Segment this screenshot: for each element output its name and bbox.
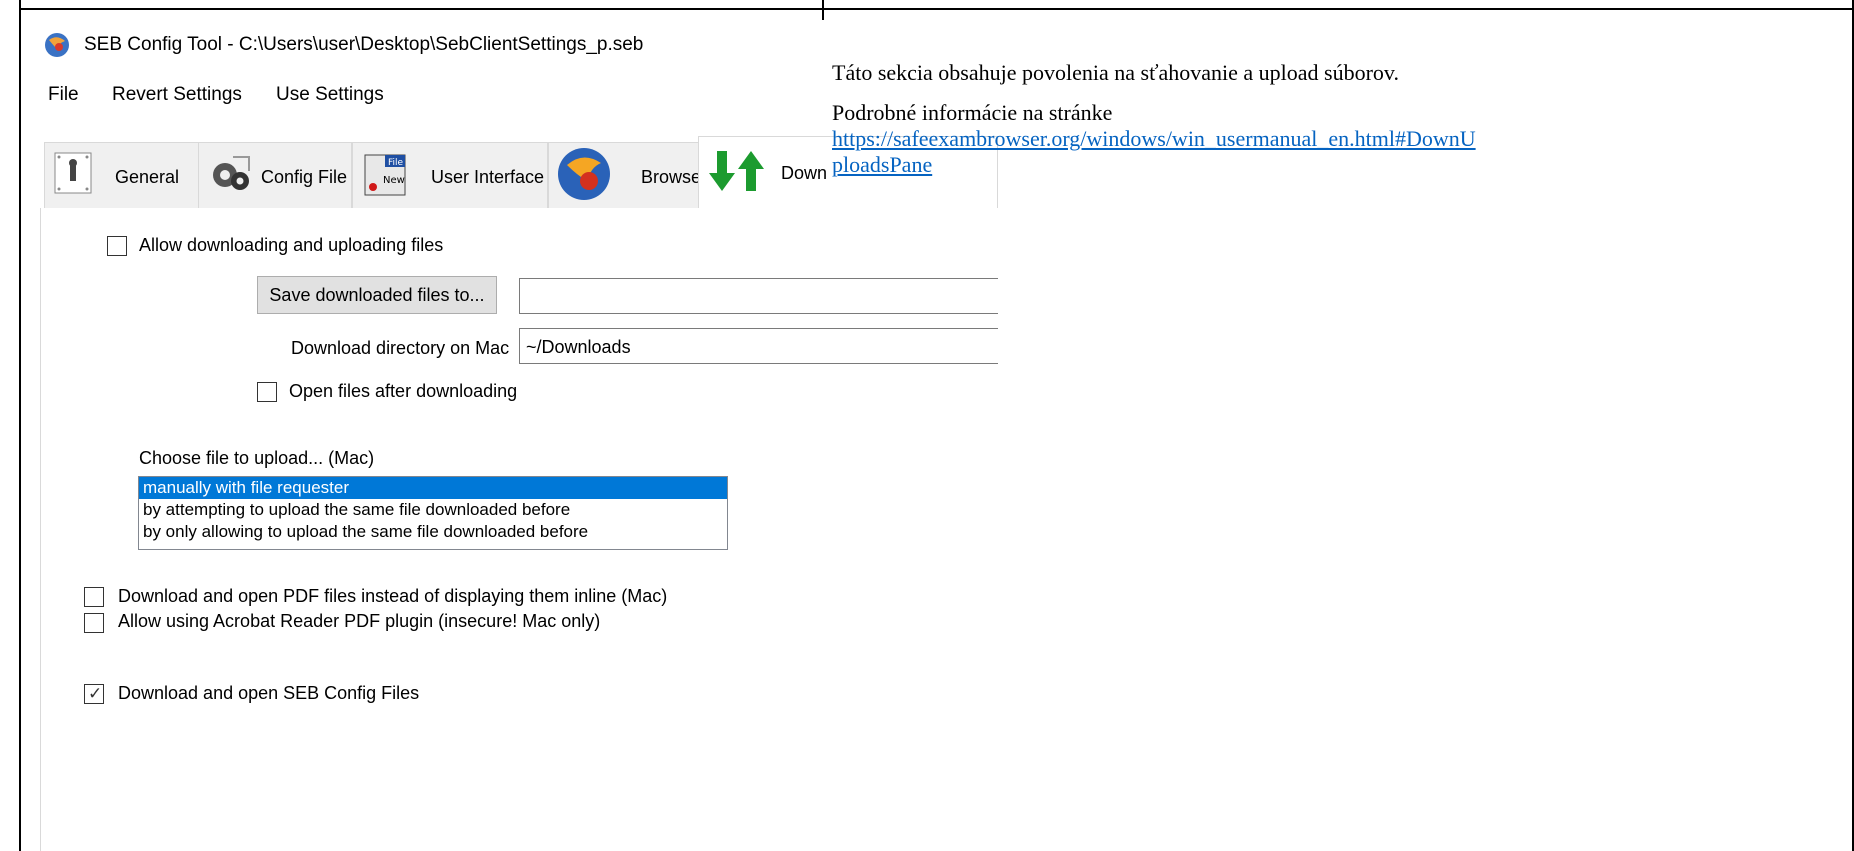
config-file-icon xyxy=(213,156,250,190)
tab-down-uploads-label: Down xyxy=(781,163,828,183)
allow-down-up-checkbox[interactable] xyxy=(107,236,127,256)
window-title: SEB Config Tool - C:\Users\user\Desktop\… xyxy=(84,34,644,55)
menu-file[interactable]: File xyxy=(48,84,79,106)
acrobat-plugin-checkbox[interactable] xyxy=(84,613,104,633)
general-icon xyxy=(54,152,92,194)
svg-text:File: File xyxy=(388,158,404,168)
allow-down-up-label: Allow downloading and uploading files xyxy=(139,235,444,255)
save-path-input[interactable] xyxy=(519,278,998,314)
upload-method-listbox[interactable]: manually with file requester by attempti… xyxy=(138,476,728,550)
seb-config-files-label: Download and open SEB Config Files xyxy=(118,683,420,703)
tab-user-interface[interactable]: File New User Interface xyxy=(352,142,548,208)
menu-revert-settings[interactable]: Revert Settings xyxy=(112,84,242,106)
tab-config-file-label: Config File xyxy=(261,167,348,187)
acrobat-plugin-label: Allow using Acrobat Reader PDF plugin (i… xyxy=(118,611,601,631)
down-up-arrows-icon xyxy=(709,151,764,191)
menu-use-settings[interactable]: Use Settings xyxy=(276,84,384,106)
tab-user-interface-label: User Interface xyxy=(431,167,545,187)
table-border-top xyxy=(19,8,1854,10)
tab-config-file[interactable]: Config File xyxy=(198,142,352,208)
checkmark-icon: ✓ xyxy=(88,684,103,703)
upload-option-only-same[interactable]: by only allowing to upload the same file… xyxy=(139,521,727,543)
upload-option-manual[interactable]: manually with file requester xyxy=(139,477,727,499)
manual-link-line2[interactable]: ploadsPane xyxy=(832,152,932,178)
pdf-download-label: Download and open PDF files instead of d… xyxy=(118,586,668,606)
browser-icon xyxy=(558,148,610,200)
tab-browser[interactable]: Browser xyxy=(548,142,707,208)
manual-link-line1[interactable]: https://safeexambrowser.org/windows/win_… xyxy=(832,126,1476,152)
table-border-left xyxy=(19,0,21,851)
pdf-download-checkbox[interactable] xyxy=(84,587,104,607)
details-paragraph: Podrobné informácie na stránke xyxy=(832,100,1113,125)
seb-app-icon xyxy=(45,33,69,57)
description-paragraph: Táto sekcia obsahuje povolenia na sťahov… xyxy=(832,60,1399,85)
open-after-download-label: Open files after downloading xyxy=(289,381,518,401)
svg-text:New: New xyxy=(383,175,405,186)
upload-option-attempt-same[interactable]: by attempting to upload the same file do… xyxy=(139,499,727,521)
open-after-download-checkbox[interactable] xyxy=(257,382,277,402)
mac-download-dir-label: Download directory on Mac xyxy=(291,338,510,358)
mac-download-dir-input[interactable]: ~/Downloads xyxy=(519,328,998,364)
save-downloaded-files-button[interactable]: Save downloaded files to... xyxy=(257,276,497,314)
seb-config-files-checkbox[interactable]: ✓ xyxy=(84,684,104,704)
choose-upload-label: Choose file to upload... (Mac) xyxy=(139,448,375,468)
user-interface-icon: File New xyxy=(364,154,406,196)
tab-general-label: General xyxy=(115,167,180,187)
tab-general[interactable]: General xyxy=(44,142,204,208)
